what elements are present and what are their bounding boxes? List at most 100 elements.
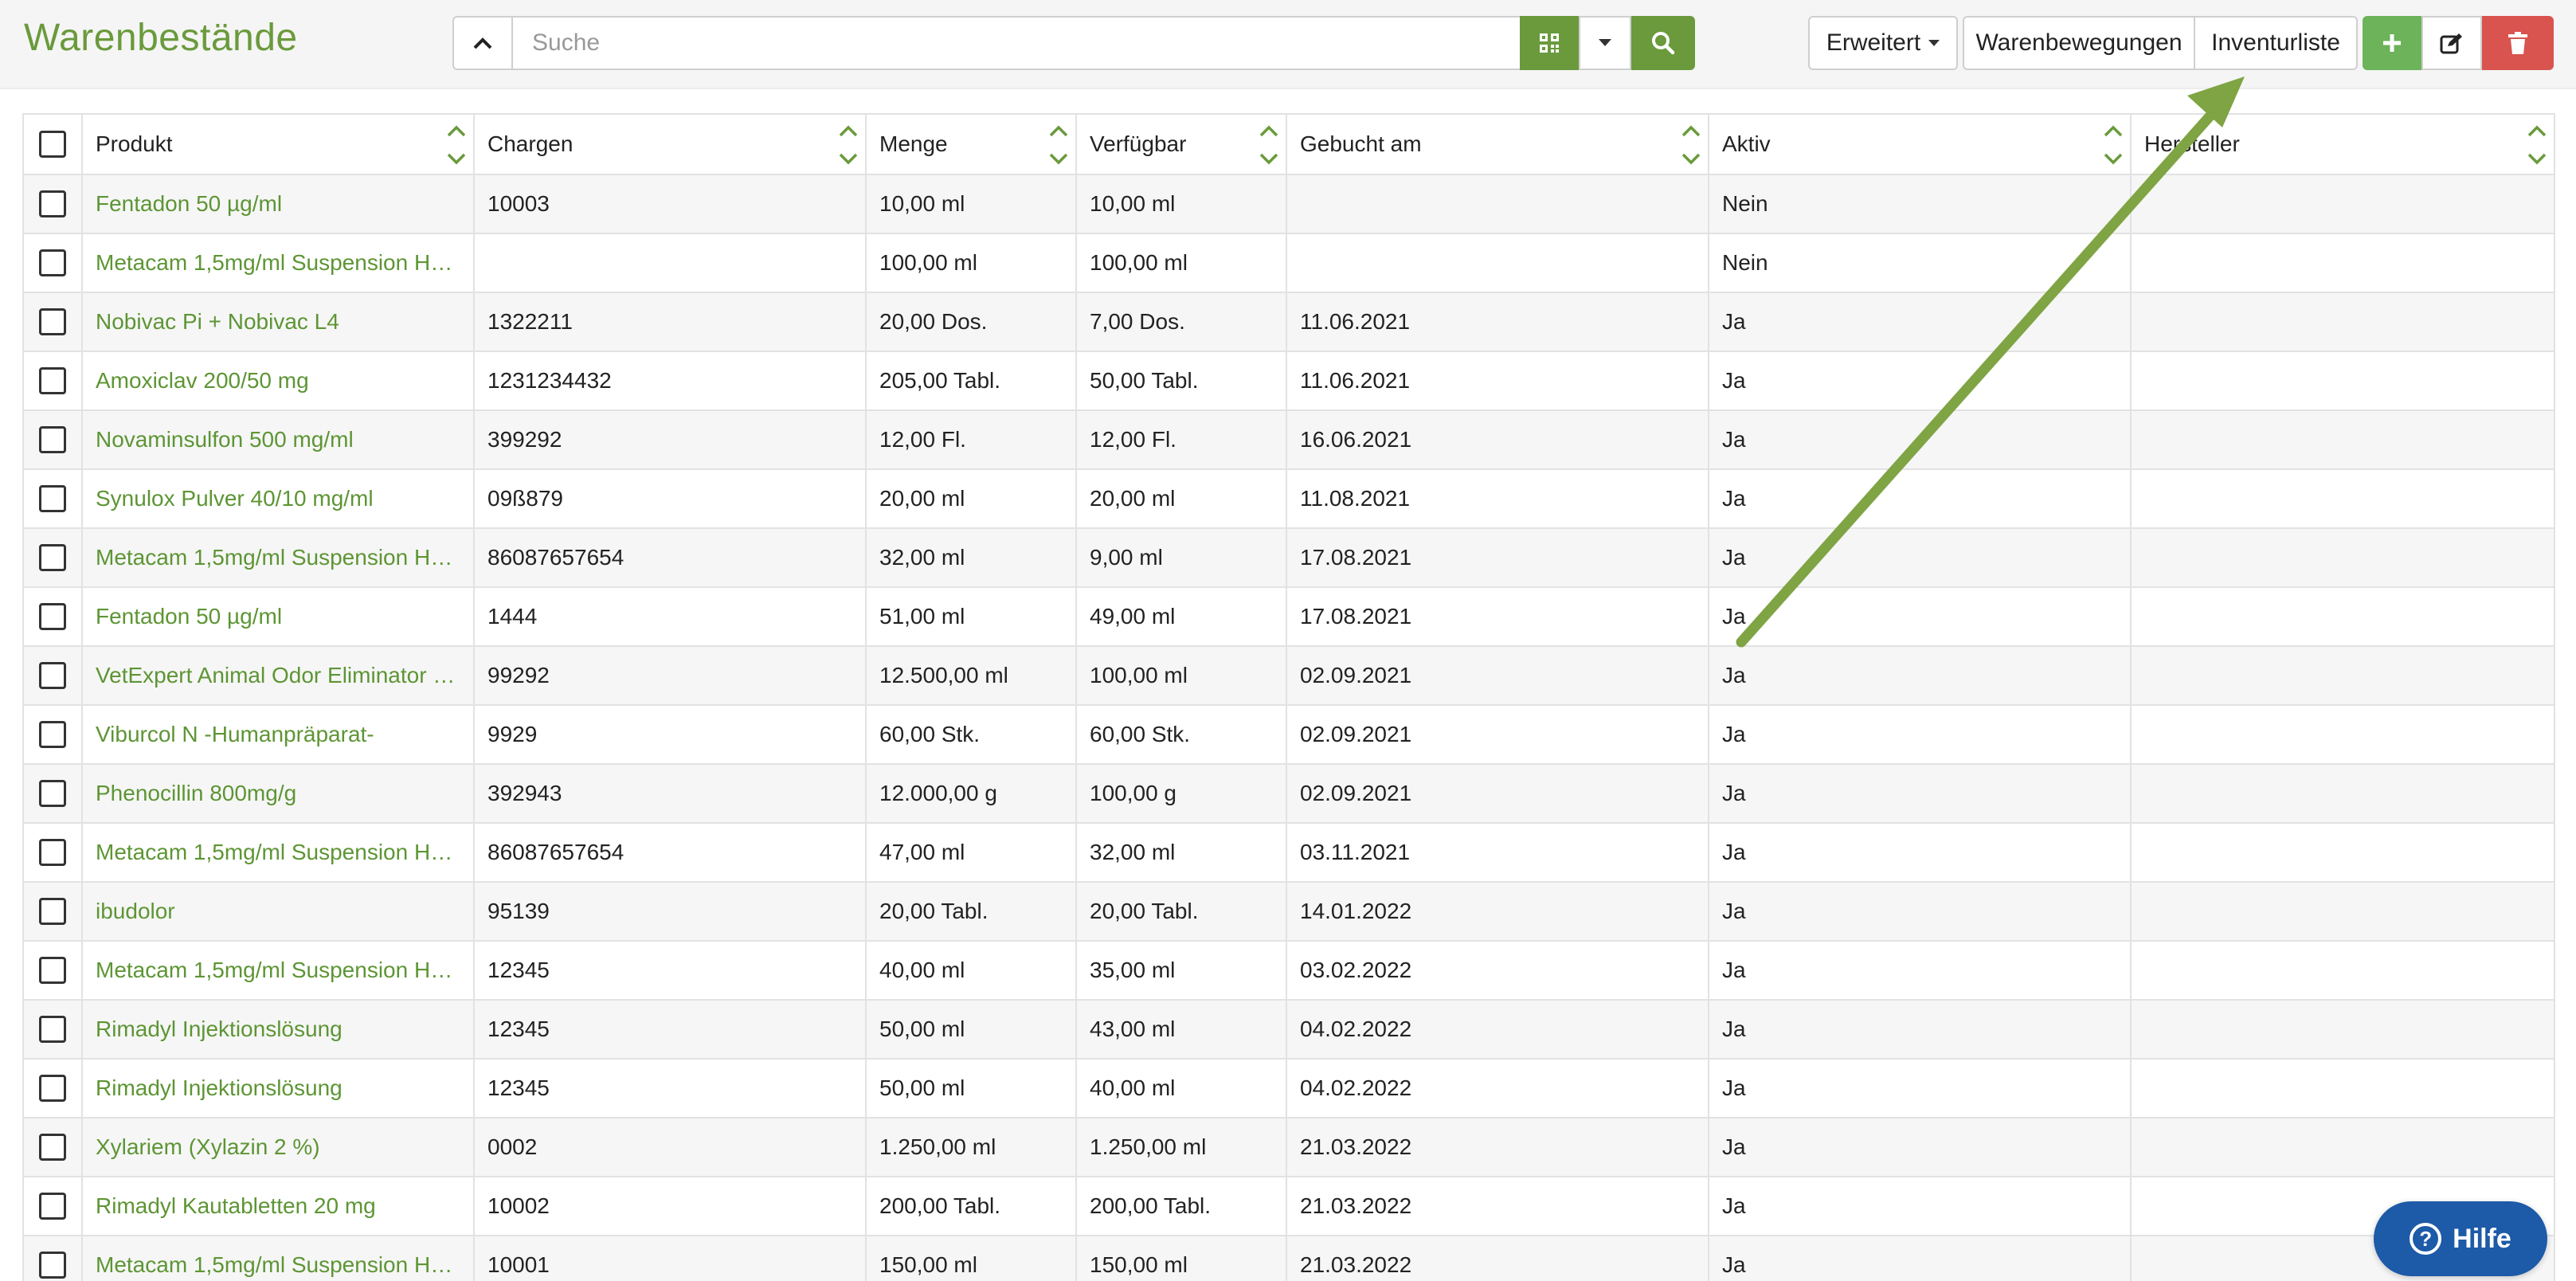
table-row[interactable]: Synulox Pulver 40/10 mg/ml 09ß879 20,00 ml…	[22, 468, 2555, 529]
row-checkbox[interactable]	[39, 1134, 66, 1162]
column-header-chargen[interactable]: Chargen	[473, 113, 867, 175]
column-header-produkt[interactable]: Produkt	[81, 113, 475, 175]
row-checkbox[interactable]	[39, 1252, 66, 1279]
row-checkbox[interactable]	[39, 957, 66, 985]
table-row[interactable]: Metacam 1,5mg/ml Suspension Hu... 8608765…	[22, 527, 2555, 588]
verfuegbar-cell: 20,00 Tabl.	[1075, 881, 1287, 942]
column-header-gebucht[interactable]: Gebucht am	[1286, 113, 1709, 175]
column-header-menge[interactable]: Menge	[865, 113, 1077, 175]
chargen-cell: 99292	[473, 645, 867, 706]
warenbewegungen-button[interactable]: Warenbewegungen	[1963, 16, 2195, 70]
column-header-verfuegbar[interactable]: Verfügbar	[1075, 113, 1287, 175]
inventurliste-button[interactable]: Inventurliste	[2194, 16, 2358, 70]
column-label: Menge	[879, 131, 948, 156]
sort-icon[interactable]	[1047, 121, 1071, 169]
row-checkbox[interactable]	[39, 898, 66, 926]
table-row[interactable]: Amoxiclav 200/50 mg 1231234432 205,00 Tabl…	[22, 351, 2555, 411]
menge-cell: 1.250,00 ml	[865, 1117, 1077, 1177]
hersteller-cell	[2130, 1117, 2555, 1177]
produkt-cell[interactable]: Metacam 1,5mg/ml Suspension Hu...	[81, 822, 475, 883]
table-row[interactable]: Xylariem (Xylazin 2 %) 0002 1.250,00 ml 1.2…	[22, 1117, 2555, 1177]
row-checkbox[interactable]	[39, 1193, 66, 1220]
produkt-cell[interactable]: Nobivac Pi + Nobivac L4	[81, 292, 475, 352]
edit-button[interactable]	[2421, 16, 2482, 70]
row-checkbox[interactable]	[39, 485, 66, 513]
column-header-hersteller[interactable]: Hersteller	[2130, 113, 2555, 175]
produkt-cell[interactable]: Fentadon 50 µg/ml	[81, 174, 475, 234]
row-checkbox[interactable]	[39, 1075, 66, 1103]
produkt-cell[interactable]: Xylariem (Xylazin 2 %)	[81, 1117, 475, 1177]
produkt-cell[interactable]: Rimadyl Kautabletten 20 mg	[81, 1176, 475, 1236]
search-options-dropdown[interactable]	[1579, 16, 1631, 70]
row-checkbox[interactable]	[39, 308, 66, 336]
row-checkbox[interactable]	[39, 603, 66, 631]
row-checkbox[interactable]	[39, 367, 66, 395]
collapse-button[interactable]	[452, 16, 513, 70]
row-checkbox[interactable]	[39, 662, 66, 690]
row-select-cell	[22, 351, 83, 411]
table-row[interactable]: Metacam 1,5mg/ml Suspension Hu... 10001 15…	[22, 1235, 2555, 1281]
qr-scan-button[interactable]	[1520, 16, 1579, 70]
table-row[interactable]: ibudolor 95139 20,00 Tabl. 20,00 Tabl. 14.01…	[22, 881, 2555, 942]
table-row[interactable]: Metacam 1,5mg/ml Suspension Hu... 100,00 …	[22, 233, 2555, 293]
row-checkbox[interactable]	[39, 721, 66, 749]
produkt-cell[interactable]: Amoxiclav 200/50 mg	[81, 351, 475, 411]
produkt-cell[interactable]: Synulox Pulver 40/10 mg/ml	[81, 468, 475, 529]
produkt-cell[interactable]: Fentadon 50 µg/ml	[81, 586, 475, 647]
produkt-cell[interactable]: Rimadyl Injektionslösung	[81, 1058, 475, 1118]
produkt-cell[interactable]: Novaminsulfon 500 mg/ml	[81, 409, 475, 470]
row-select-cell	[22, 174, 83, 234]
produkt-cell[interactable]: Metacam 1,5mg/ml Suspension Hu...	[81, 940, 475, 1001]
table-row[interactable]: Rimadyl Injektionslösung 12345 50,00 ml 40,…	[22, 1058, 2555, 1118]
gebucht-cell	[1286, 174, 1709, 234]
row-checkbox[interactable]	[39, 1016, 66, 1044]
help-button[interactable]: ? Hilfe	[2374, 1201, 2547, 1276]
row-checkbox[interactable]	[39, 426, 66, 454]
stock-table-container: Produkt Chargen Menge Verfügbar Gebucht …	[22, 113, 2555, 1281]
table-row[interactable]: Metacam 1,5mg/ml Suspension Hu... 8608765…	[22, 822, 2555, 883]
produkt-cell[interactable]: VetExpert Animal Odor Eliminator S...	[81, 645, 475, 706]
produkt-cell[interactable]: ibudolor	[81, 881, 475, 942]
row-checkbox[interactable]	[39, 780, 66, 808]
produkt-cell[interactable]: Metacam 1,5mg/ml Suspension Hu...	[81, 527, 475, 588]
table-row[interactable]: Phenocillin 800mg/g 392943 12.000,00 g 100,…	[22, 763, 2555, 824]
table-row[interactable]: Rimadyl Injektionslösung 12345 50,00 ml 43,…	[22, 999, 2555, 1060]
row-checkbox[interactable]	[39, 190, 66, 218]
row-checkbox[interactable]	[39, 544, 66, 572]
table-row[interactable]: Fentadon 50 µg/ml 10003 10,00 ml 10,00 ml Ne…	[22, 174, 2555, 234]
table-row[interactable]: VetExpert Animal Odor Eliminator S... 992…	[22, 645, 2555, 706]
delete-button[interactable]	[2482, 16, 2554, 70]
table-row[interactable]: Nobivac Pi + Nobivac L4 1322211 20,00 Dos.…	[22, 292, 2555, 352]
row-select-cell	[22, 999, 83, 1060]
produkt-cell[interactable]: Metacam 1,5mg/ml Suspension Hu...	[81, 1235, 475, 1281]
verfuegbar-cell: 100,00 g	[1075, 763, 1287, 824]
sort-icon[interactable]	[2101, 121, 2125, 169]
sort-icon[interactable]	[444, 121, 468, 169]
sort-icon[interactable]	[1257, 121, 1281, 169]
table-row[interactable]: Fentadon 50 µg/ml 1444 51,00 ml 49,00 ml 17.…	[22, 586, 2555, 647]
table-row[interactable]: Rimadyl Kautabletten 20 mg 10002 200,00 Ta…	[22, 1176, 2555, 1236]
select-all-checkbox[interactable]	[39, 131, 66, 159]
aktiv-cell: Ja	[1708, 527, 2132, 588]
sort-icon[interactable]	[2525, 121, 2549, 169]
row-checkbox[interactable]	[39, 249, 66, 277]
produkt-cell[interactable]: Viburcol N -Humanpräparat-	[81, 704, 475, 765]
sort-icon[interactable]	[1679, 121, 1703, 169]
gebucht-cell: 21.03.2022	[1286, 1117, 1709, 1177]
column-header-aktiv[interactable]: Aktiv	[1708, 113, 2132, 175]
row-checkbox[interactable]	[39, 839, 66, 867]
add-button[interactable]	[2363, 16, 2421, 70]
table-row[interactable]: Viburcol N -Humanpräparat- 9929 60,00 Stk.…	[22, 704, 2555, 765]
search-input[interactable]	[513, 16, 1520, 70]
produkt-cell[interactable]: Metacam 1,5mg/ml Suspension Hu...	[81, 233, 475, 293]
hersteller-cell	[2130, 763, 2555, 824]
hersteller-cell	[2130, 351, 2555, 411]
sort-icon[interactable]	[836, 121, 860, 169]
search-button[interactable]	[1631, 16, 1695, 70]
help-icon: ?	[2410, 1223, 2442, 1255]
table-row[interactable]: Novaminsulfon 500 mg/ml 399292 12,00 Fl. 12…	[22, 409, 2555, 470]
erweitert-dropdown-button[interactable]: Erweitert	[1808, 16, 1958, 70]
produkt-cell[interactable]: Rimadyl Injektionslösung	[81, 999, 475, 1060]
table-row[interactable]: Metacam 1,5mg/ml Suspension Hu... 12345 40…	[22, 940, 2555, 1001]
produkt-cell[interactable]: Phenocillin 800mg/g	[81, 763, 475, 824]
